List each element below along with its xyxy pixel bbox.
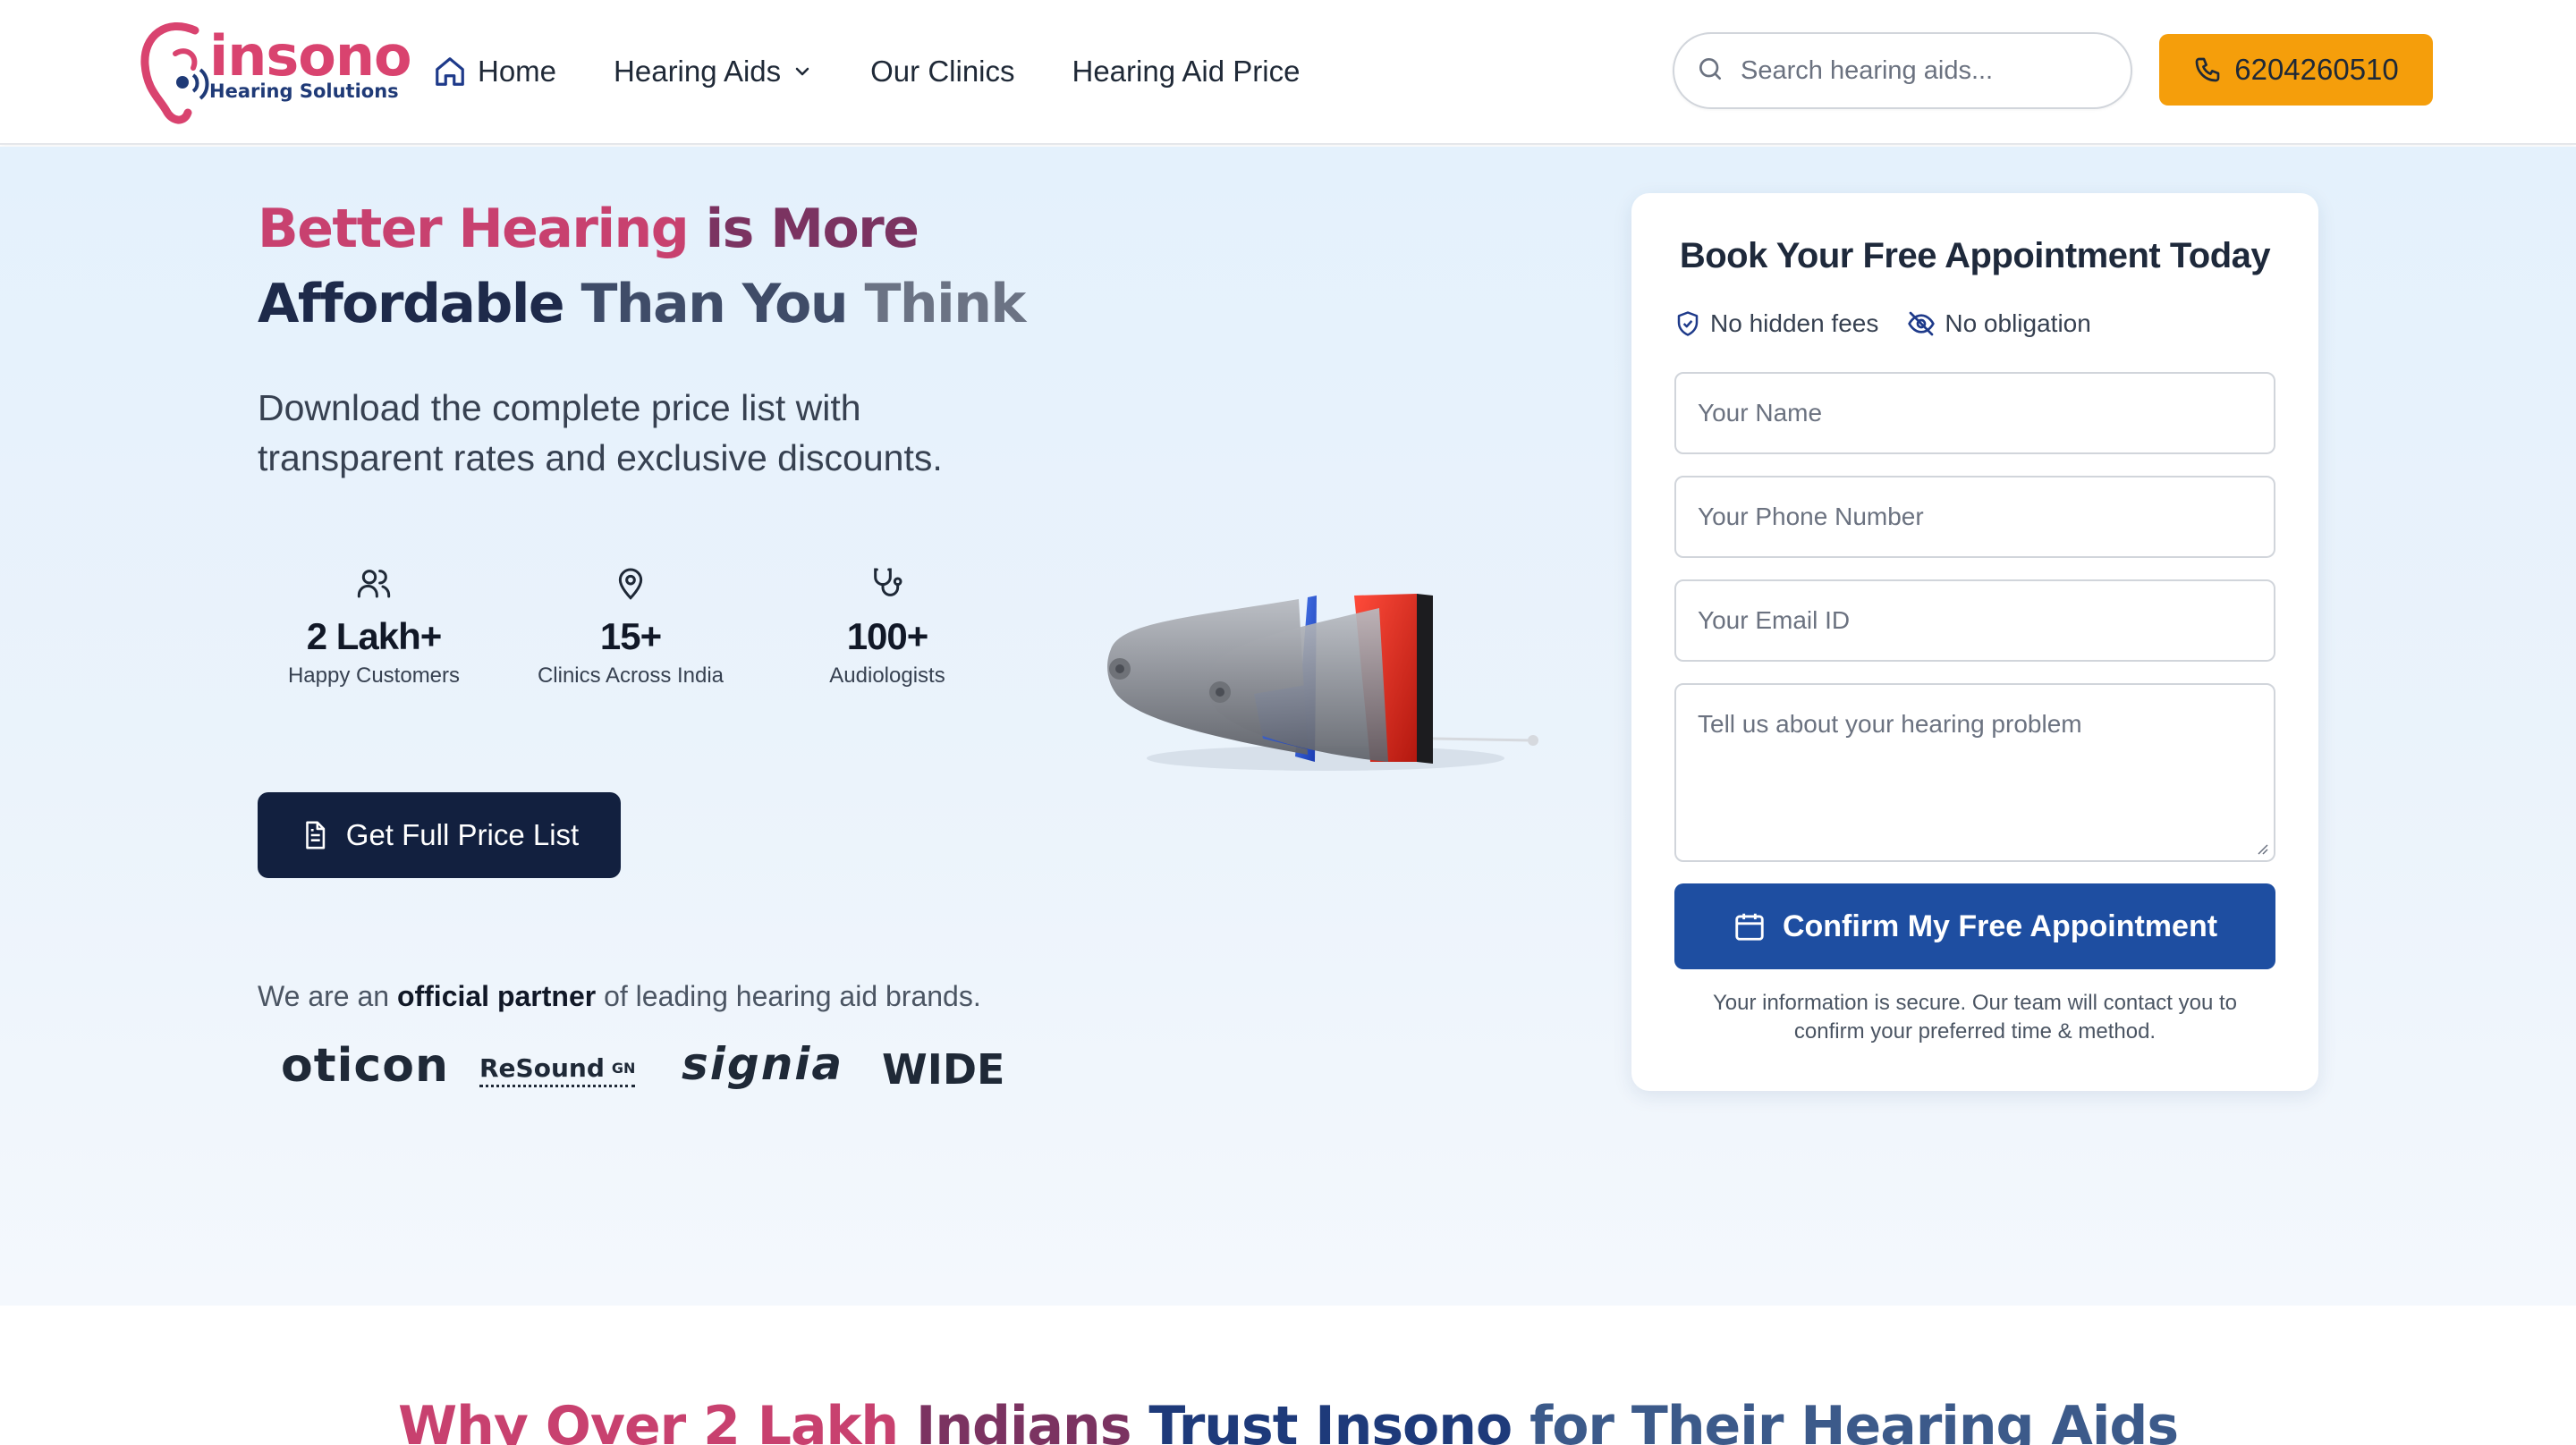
- stat-value: 100+: [846, 615, 929, 657]
- confirm-appointment-label: Confirm My Free Appointment: [1782, 908, 2218, 943]
- ear-logo-icon: [140, 22, 209, 124]
- email-field-wrap: [1674, 579, 2275, 662]
- search-input[interactable]: [1741, 55, 2116, 86]
- eye-off-icon: [1907, 309, 1936, 338]
- partner-bold: official partner: [396, 980, 597, 1012]
- nav-hearing-aid-price-label: Hearing Aid Price: [1072, 55, 1301, 88]
- hero-headline: Better Hearing is More Affordable Than Y…: [258, 191, 1027, 342]
- home-icon: [433, 55, 467, 89]
- nav-our-clinics-label: Our Clinics: [870, 55, 1015, 88]
- stethoscope-icon: [771, 565, 1004, 608]
- resound-wordmark: ReSound: [479, 1053, 605, 1083]
- document-icon: [300, 820, 330, 850]
- partner-text: We are an official partner of leading he…: [258, 980, 981, 1013]
- privacy-note: Your information is secure. Our team wil…: [1712, 991, 2238, 1044]
- stat-value: 15+: [599, 615, 662, 657]
- stat-value: 2 Lakh+: [306, 615, 443, 657]
- partner-prefix: We are an: [258, 980, 390, 1012]
- stat-label: Clinics Across India: [537, 663, 724, 688]
- badge-no-obligation: No obligation: [1907, 309, 2091, 338]
- site-header: insono Hearing Solutions Home Hearing Ai…: [0, 0, 2576, 145]
- resound-logo: ReSound GN: [479, 1052, 636, 1087]
- nav-hearing-aids[interactable]: Hearing Aids: [614, 55, 813, 89]
- badge-no-hidden-fees-label: No hidden fees: [1710, 309, 1879, 337]
- stat-audiologists: 100+ Audiologists: [771, 565, 1004, 689]
- email-input[interactable]: [1676, 581, 2274, 660]
- stat-label: Audiologists: [829, 663, 945, 688]
- hero-subtext: Download the complete price list with tr…: [258, 387, 943, 478]
- search-box: [1673, 32, 2132, 109]
- stats-row: 2 Lakh+ Happy Customers 15+ Clinics Acro…: [258, 565, 1036, 699]
- get-price-list-button[interactable]: Get Full Price List: [258, 792, 621, 878]
- headline-part2: is More: [705, 198, 919, 260]
- why-part4: for Their Hearing Aids: [1530, 1395, 2179, 1445]
- users-icon: [258, 565, 490, 608]
- confirm-appointment-button[interactable]: Confirm My Free Appointment: [1674, 883, 2275, 969]
- headline-part5: Think: [864, 273, 1027, 335]
- name-field-wrap: [1674, 372, 2275, 454]
- why-part1: Why Over 2 Lakh: [397, 1395, 899, 1445]
- nav-our-clinics[interactable]: Our Clinics: [870, 55, 1014, 89]
- widex-logo: WIDEX: [882, 1045, 1004, 1094]
- main-nav: Home Hearing Aids Our Clinics Hearing Ai…: [433, 46, 1357, 97]
- get-price-list-label: Get Full Price List: [345, 818, 580, 851]
- calendar-icon: [1733, 909, 1767, 943]
- headline-part4: Than You: [580, 273, 849, 335]
- stat-label: Happy Customers: [287, 663, 461, 688]
- resound-gn: GN: [611, 1060, 636, 1077]
- logo[interactable]: insono Hearing Solutions: [140, 13, 412, 129]
- hearing-aids-image: [1107, 594, 1538, 771]
- problem-field-wrap: [1674, 683, 2275, 862]
- phone-field-wrap: [1674, 476, 2275, 558]
- phone-number: 6204260510: [2234, 53, 2399, 86]
- badge-no-obligation-label: No obligation: [1945, 309, 2091, 337]
- stat-clinics: 15+ Clinics Across India: [514, 565, 747, 689]
- logo-wordmark: insono: [209, 23, 412, 89]
- badge-no-hidden-fees: No hidden fees: [1674, 309, 1878, 338]
- stat-customers: 2 Lakh+ Happy Customers: [258, 565, 490, 689]
- shield-check-icon: [1674, 310, 1701, 337]
- nav-hearing-aid-price[interactable]: Hearing Aid Price: [1072, 55, 1301, 89]
- why-part2: Indians: [916, 1395, 1131, 1445]
- search-icon: [1696, 55, 1724, 88]
- appointment-form-card: Book Your Free Appointment Today No hidd…: [1631, 193, 2318, 1091]
- headline-part3: Affordable: [258, 273, 565, 335]
- hearing-problem-textarea[interactable]: [1676, 685, 2274, 860]
- name-input[interactable]: [1676, 374, 2274, 452]
- resize-grip-icon[interactable]: [2254, 841, 2268, 855]
- nav-home[interactable]: Home: [433, 55, 556, 89]
- nav-hearing-aids-label: Hearing Aids: [614, 55, 782, 88]
- call-button[interactable]: 6204260510: [2159, 34, 2433, 106]
- signia-logo: signia: [682, 1038, 844, 1090]
- form-badges: No hidden fees No obligation: [1674, 309, 2120, 338]
- oticon-logo: oticon: [281, 1039, 449, 1093]
- nav-home-label: Home: [478, 55, 557, 88]
- partner-suffix: of leading hearing aid brands.: [604, 980, 981, 1012]
- form-title: Book Your Free Appointment Today: [1679, 236, 2271, 275]
- chevron-down-icon: [792, 61, 813, 82]
- why-heading: Why Over 2 Lakh Indians Trust Insono for…: [0, 1395, 2576, 1445]
- phone-icon: [2193, 55, 2222, 84]
- headline-part1: Better Hearing: [258, 198, 690, 260]
- phone-input[interactable]: [1676, 477, 2274, 556]
- why-part3: Trust Insono: [1148, 1395, 1513, 1445]
- logo-tagline: Hearing Solutions: [209, 80, 399, 102]
- map-pin-icon: [514, 565, 747, 608]
